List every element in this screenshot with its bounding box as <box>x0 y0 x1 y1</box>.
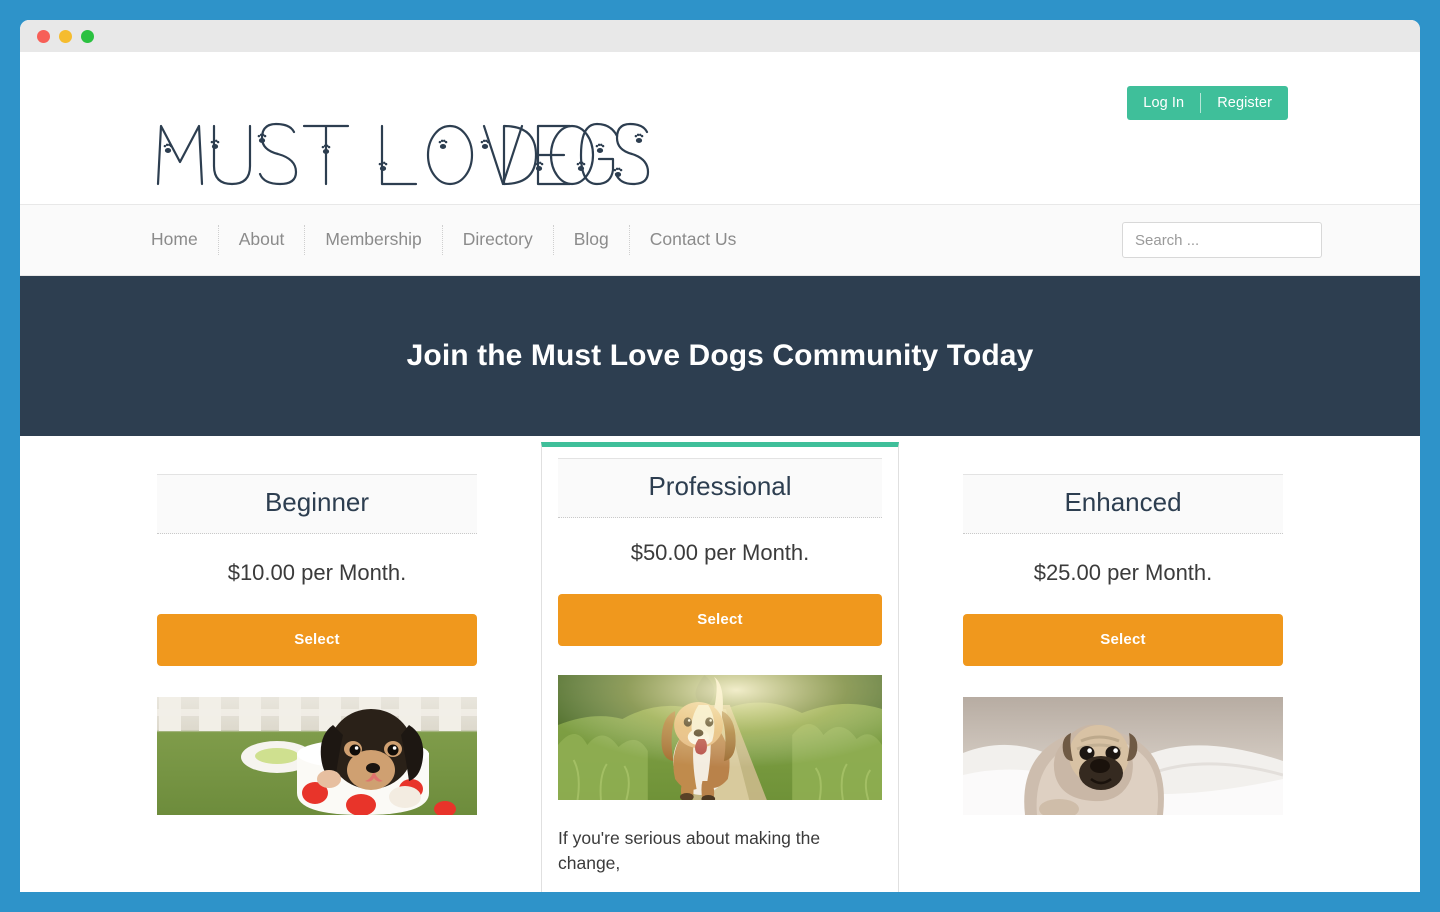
hero-title: Join the Must Love Dogs Community Today <box>406 339 1034 372</box>
nav-list: Home About Membership Directory Blog Con… <box>132 225 756 255</box>
pricing-plans-row: Beginner $10.00 per Month. Select Profes… <box>20 436 1420 892</box>
nav-item-directory[interactable]: Directory <box>443 225 554 255</box>
login-button[interactable]: Log In <box>1127 86 1200 120</box>
plan-title-box: Enhanced <box>963 474 1283 534</box>
nav-item-contact-us[interactable]: Contact Us <box>630 225 757 255</box>
site-logo[interactable] <box>152 114 652 192</box>
search-container <box>1122 222 1322 258</box>
main-navigation: Home About Membership Directory Blog Con… <box>20 204 1420 276</box>
nav-item-about[interactable]: About <box>219 225 306 255</box>
plan-title-box: Professional <box>558 458 882 518</box>
select-plan-button-beginner[interactable]: Select <box>157 613 477 666</box>
close-window-button[interactable] <box>37 29 50 43</box>
maximize-window-button[interactable] <box>81 29 94 43</box>
beagle-running-on-path-photo <box>558 674 882 800</box>
search-input[interactable] <box>1122 222 1322 258</box>
hero-banner: Join the Must Love Dogs Community Today <box>20 276 1420 436</box>
puppy-in-polka-dot-cup-photo <box>157 696 477 815</box>
minimize-window-button[interactable] <box>59 29 72 43</box>
plan-price: $50.00 per Month. <box>630 539 810 565</box>
plan-title-box: Beginner <box>157 474 477 534</box>
site-header: Log In Register <box>20 52 1420 204</box>
select-plan-button-professional[interactable]: Select <box>558 593 882 646</box>
plan-price: $10.00 per Month. <box>227 559 407 585</box>
plan-name: Beginner <box>264 487 370 517</box>
pricing-section: Beginner $10.00 per Month. Select Profes… <box>20 436 1420 892</box>
auth-buttons-group: Log In Register <box>1127 86 1288 120</box>
register-button[interactable]: Register <box>1201 86 1288 120</box>
browser-window: Log In Register Home About Membership Di… <box>20 20 1420 892</box>
select-plan-button-enhanced[interactable]: Select <box>963 613 1283 666</box>
pricing-card-enhanced: Enhanced $25.00 per Month. Select <box>963 474 1283 841</box>
page-viewport: Log In Register Home About Membership Di… <box>20 52 1420 892</box>
nav-item-blog[interactable]: Blog <box>554 225 630 255</box>
plan-name: Enhanced <box>1064 487 1182 517</box>
nav-item-membership[interactable]: Membership <box>305 225 443 255</box>
pug-wrapped-in-blanket-photo <box>963 696 1283 815</box>
pricing-card-beginner: Beginner $10.00 per Month. Select <box>157 474 477 841</box>
window-titlebar <box>20 20 1420 52</box>
plan-description: If you're serious about making the chang… <box>558 827 821 874</box>
nav-item-home[interactable]: Home <box>132 225 219 255</box>
plan-price: $25.00 per Month. <box>1033 559 1213 585</box>
pricing-card-professional: Professional $50.00 per Month. Select If… <box>541 442 899 892</box>
plan-name: Professional <box>648 471 792 501</box>
